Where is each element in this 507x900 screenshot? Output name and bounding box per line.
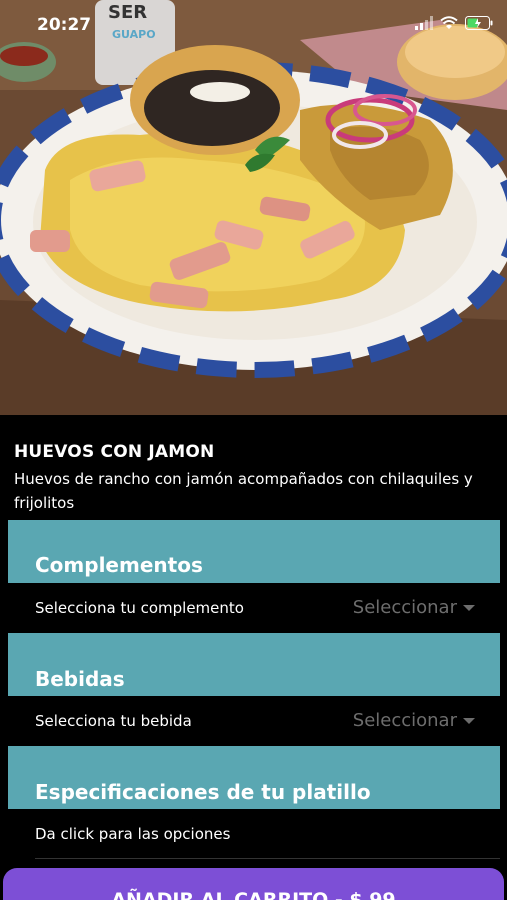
divider — [35, 858, 500, 859]
dish-photo: SER GUAPO — [0, 0, 507, 415]
complementos-header: Complementos — [8, 520, 500, 583]
bebida-select-value: Seleccionar — [352, 710, 457, 731]
bebida-label: Selecciona tu bebida — [35, 712, 192, 730]
bebidas-header: Bebidas — [8, 633, 500, 696]
wifi-icon — [440, 16, 458, 29]
dish-illustration: SER GUAPO — [0, 0, 507, 415]
dish-description: Huevos de rancho con jamón acompañados c… — [14, 470, 473, 512]
signal-icon — [415, 16, 433, 30]
chevron-down-icon — [463, 717, 475, 724]
status-bar: 20:27 — [0, 0, 507, 52]
add-to-cart-button[interactable]: AÑADIR AL CARRITO - $ 99 — [3, 868, 504, 900]
status-icons — [415, 16, 493, 30]
chevron-down-icon — [463, 604, 475, 611]
especificaciones-option[interactable]: Da click para las opciones — [35, 825, 230, 843]
complementos-title: Complementos — [35, 553, 203, 577]
status-time: 20:27 — [37, 15, 92, 35]
complemento-label: Selecciona tu complemento — [35, 599, 244, 617]
bebida-select[interactable]: Seleccionar — [353, 710, 475, 731]
complemento-select[interactable]: Seleccionar — [353, 597, 475, 618]
especificaciones-title: Especificaciones de tu platillo — [35, 780, 371, 804]
dish-title: HUEVOS CON JAMON — [14, 442, 215, 462]
especificaciones-header: Especificaciones de tu platillo — [8, 746, 500, 809]
complemento-select-value: Seleccionar — [352, 597, 457, 618]
battery-icon — [465, 16, 493, 30]
bebidas-title: Bebidas — [35, 667, 125, 691]
